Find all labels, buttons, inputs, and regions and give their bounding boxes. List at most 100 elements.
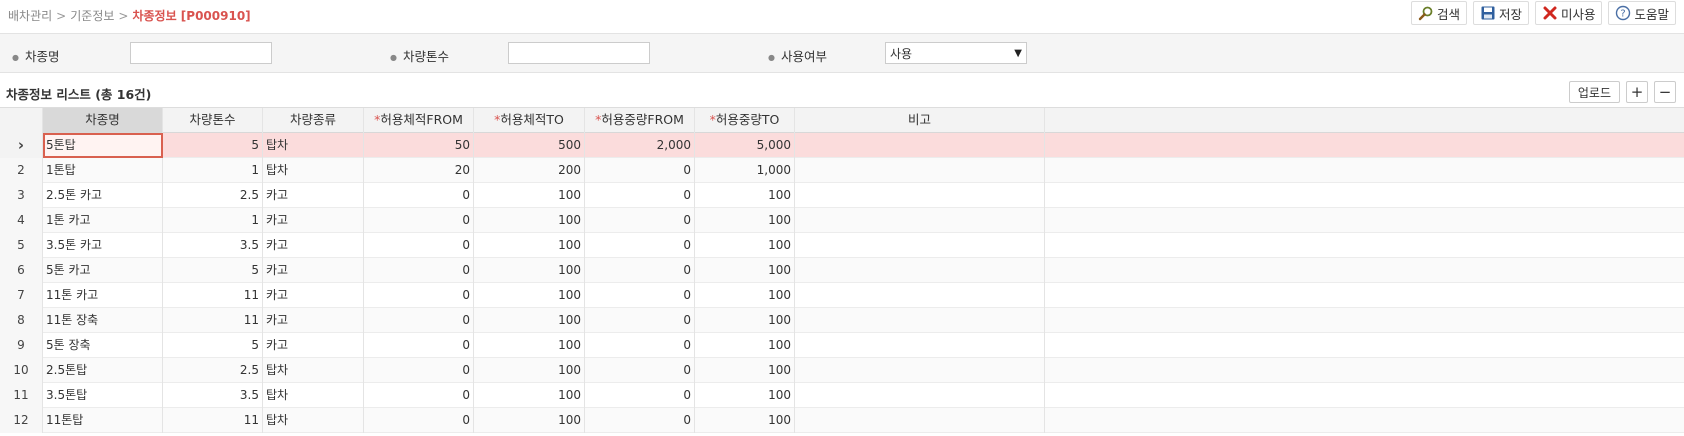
header-volume-to[interactable]: *허용체적TO xyxy=(474,108,585,133)
cell-note[interactable] xyxy=(795,183,1045,208)
cell-vehicle-name[interactable]: 11톤 카고 xyxy=(43,283,163,308)
cell-weight-to[interactable]: 1,000 xyxy=(695,158,795,183)
cell-tonnage[interactable]: 1 xyxy=(163,208,263,233)
header-vehicle-type[interactable]: 차량종류 xyxy=(263,108,364,133)
cell-volume-from[interactable]: 0 xyxy=(364,308,474,333)
cell-vehicle-type[interactable]: 탑차 xyxy=(263,408,364,433)
cell-vehicle-name[interactable]: 5톤 카고 xyxy=(43,258,163,283)
table-row[interactable]: 9 5톤 장축 5 카고 0 100 0 100 xyxy=(0,333,1684,358)
cell-volume-to[interactable]: 100 xyxy=(474,233,585,258)
add-row-button[interactable]: + xyxy=(1626,81,1648,103)
cell-tonnage[interactable]: 2.5 xyxy=(163,183,263,208)
cell-tonnage[interactable]: 5 xyxy=(163,258,263,283)
cell-vehicle-name[interactable]: 11톤 장축 xyxy=(43,308,163,333)
cell-volume-from[interactable]: 0 xyxy=(364,408,474,433)
cell-volume-from[interactable]: 20 xyxy=(364,158,474,183)
cell-volume-to[interactable]: 100 xyxy=(474,383,585,408)
cell-volume-from[interactable]: 0 xyxy=(364,383,474,408)
cell-weight-to[interactable]: 5,000 xyxy=(695,133,795,158)
breadcrumb-item-dispatch[interactable]: 배차관리 xyxy=(8,9,52,23)
cell-tonnage[interactable]: 11 xyxy=(163,308,263,333)
cell-vehicle-type[interactable]: 카고 xyxy=(263,233,364,258)
cell-vehicle-type[interactable]: 카고 xyxy=(263,183,364,208)
cell-volume-from[interactable]: 0 xyxy=(364,208,474,233)
cell-vehicle-name[interactable]: 3.5톤 카고 xyxy=(43,233,163,258)
cell-vehicle-type[interactable]: 카고 xyxy=(263,283,364,308)
cell-weight-from[interactable]: 0 xyxy=(585,158,695,183)
cell-weight-to[interactable]: 100 xyxy=(695,233,795,258)
vehicle-name-input[interactable] xyxy=(130,42,272,64)
table-row[interactable]: 2 1톤탑 1 탑차 20 200 0 1,000 xyxy=(0,158,1684,183)
cell-weight-to[interactable]: 100 xyxy=(695,308,795,333)
table-row[interactable]: 8 11톤 장축 11 카고 0 100 0 100 xyxy=(0,308,1684,333)
table-row[interactable]: 6 5톤 카고 5 카고 0 100 0 100 xyxy=(0,258,1684,283)
cell-weight-from[interactable]: 0 xyxy=(585,408,695,433)
cell-volume-to[interactable]: 100 xyxy=(474,283,585,308)
cell-weight-from[interactable]: 0 xyxy=(585,208,695,233)
cell-vehicle-type[interactable]: 탑차 xyxy=(263,133,364,158)
cell-vehicle-type[interactable]: 카고 xyxy=(263,333,364,358)
cell-volume-to[interactable]: 100 xyxy=(474,358,585,383)
table-row[interactable]: 11 3.5톤탑 3.5 탑차 0 100 0 100 xyxy=(0,383,1684,408)
table-row[interactable]: 7 11톤 카고 11 카고 0 100 0 100 xyxy=(0,283,1684,308)
cell-weight-to[interactable]: 100 xyxy=(695,208,795,233)
cell-tonnage[interactable]: 3.5 xyxy=(163,383,263,408)
cell-note[interactable] xyxy=(795,133,1045,158)
cell-weight-from[interactable]: 0 xyxy=(585,283,695,308)
cell-vehicle-name[interactable]: 5톤탑 xyxy=(43,133,163,158)
cell-vehicle-name[interactable]: 1톤탑 xyxy=(43,158,163,183)
cell-weight-from[interactable]: 0 xyxy=(585,308,695,333)
cell-volume-from[interactable]: 0 xyxy=(364,258,474,283)
vehicle-tonnage-input[interactable] xyxy=(508,42,650,64)
search-button[interactable]: 검색 xyxy=(1410,1,1467,25)
cell-weight-to[interactable]: 100 xyxy=(695,283,795,308)
save-button[interactable]: 저장 xyxy=(1472,1,1529,25)
cell-tonnage[interactable]: 3.5 xyxy=(163,233,263,258)
cell-volume-to[interactable]: 100 xyxy=(474,258,585,283)
cell-vehicle-type[interactable]: 카고 xyxy=(263,308,364,333)
cell-weight-from[interactable]: 0 xyxy=(585,183,695,208)
cell-vehicle-type[interactable]: 탑차 xyxy=(263,383,364,408)
cell-note[interactable] xyxy=(795,408,1045,433)
cell-note[interactable] xyxy=(795,308,1045,333)
cell-tonnage[interactable]: 5 xyxy=(163,133,263,158)
cell-note[interactable] xyxy=(795,208,1045,233)
header-tonnage[interactable]: 차량톤수 xyxy=(163,108,263,133)
cell-volume-to[interactable]: 100 xyxy=(474,333,585,358)
cell-note[interactable] xyxy=(795,233,1045,258)
cell-volume-from[interactable]: 50 xyxy=(364,133,474,158)
cell-tonnage[interactable]: 5 xyxy=(163,333,263,358)
cell-note[interactable] xyxy=(795,333,1045,358)
cell-vehicle-name[interactable]: 2.5톤탑 xyxy=(43,358,163,383)
cell-weight-to[interactable]: 100 xyxy=(695,333,795,358)
cell-volume-to[interactable]: 500 xyxy=(474,133,585,158)
cell-volume-from[interactable]: 0 xyxy=(364,283,474,308)
cell-weight-from[interactable]: 0 xyxy=(585,383,695,408)
cell-note[interactable] xyxy=(795,158,1045,183)
cell-note[interactable] xyxy=(795,358,1045,383)
cell-volume-from[interactable]: 0 xyxy=(364,233,474,258)
remove-row-button[interactable]: − xyxy=(1654,81,1676,103)
cell-tonnage[interactable]: 11 xyxy=(163,283,263,308)
cell-note[interactable] xyxy=(795,383,1045,408)
unused-button[interactable]: 미사용 xyxy=(1534,1,1603,25)
header-weight-to[interactable]: *허용중량TO xyxy=(695,108,795,133)
cell-weight-from[interactable]: 0 xyxy=(585,358,695,383)
table-row[interactable]: › 5톤탑 5 탑차 50 500 2,000 5,000 xyxy=(0,133,1684,158)
cell-vehicle-name[interactable]: 5톤 장축 xyxy=(43,333,163,358)
cell-volume-to[interactable]: 100 xyxy=(474,408,585,433)
cell-weight-to[interactable]: 100 xyxy=(695,258,795,283)
cell-vehicle-type[interactable]: 카고 xyxy=(263,208,364,233)
cell-weight-from[interactable]: 0 xyxy=(585,258,695,283)
cell-volume-from[interactable]: 0 xyxy=(364,358,474,383)
cell-tonnage[interactable]: 2.5 xyxy=(163,358,263,383)
cell-note[interactable] xyxy=(795,258,1045,283)
table-row[interactable]: 5 3.5톤 카고 3.5 카고 0 100 0 100 xyxy=(0,233,1684,258)
table-row[interactable]: 3 2.5톤 카고 2.5 카고 0 100 0 100 xyxy=(0,183,1684,208)
cell-tonnage[interactable]: 11 xyxy=(163,408,263,433)
cell-volume-to[interactable]: 100 xyxy=(474,308,585,333)
cell-weight-from[interactable]: 2,000 xyxy=(585,133,695,158)
cell-weight-to[interactable]: 100 xyxy=(695,383,795,408)
table-row[interactable]: 12 11톤탑 11 탑차 0 100 0 100 xyxy=(0,408,1684,433)
cell-volume-to[interactable]: 200 xyxy=(474,158,585,183)
